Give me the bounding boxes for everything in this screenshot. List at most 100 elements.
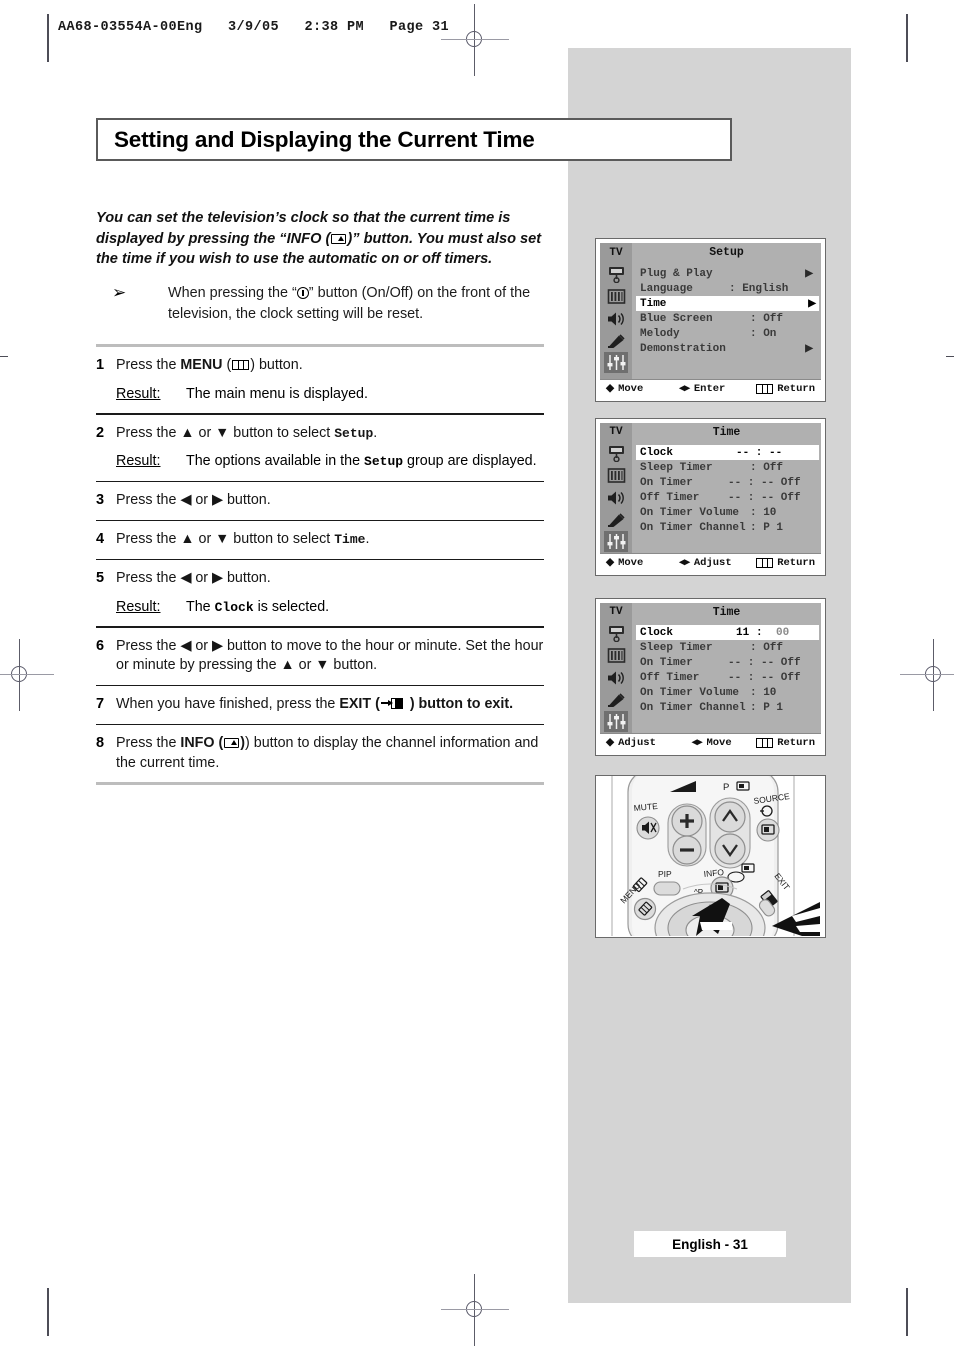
- osd-row-language[interactable]: Language : English: [632, 281, 821, 296]
- menu-keyword: MENU: [180, 357, 223, 373]
- sound-icon[interactable]: [604, 667, 628, 688]
- sound-icon[interactable]: [604, 487, 628, 508]
- page-canvas: AA68-03554A-00Eng 3/9/05 2:38 PM Page 31…: [0, 0, 954, 1351]
- step-text-b: .: [373, 424, 378, 441]
- osd-footer-move: ◂▸ Move: [691, 736, 732, 750]
- step-text: Press the MENU () button.: [116, 356, 544, 376]
- osd-row-sleep-timer[interactable]: Sleep Timer : Off: [632, 460, 821, 475]
- osd-row-demonstration[interactable]: Demonstration ▶: [632, 341, 821, 356]
- setup-sliders-icon[interactable]: [604, 352, 628, 373]
- osd-footer-enter: ◂▸ Enter: [679, 382, 726, 396]
- setup-sliders-icon[interactable]: [604, 711, 628, 733]
- step-number: 8: [96, 735, 105, 751]
- osd-row-value: : English: [729, 282, 789, 295]
- osd-row-label: On Timer Channel: [640, 521, 746, 534]
- osd-row-on-timer[interactable]: On Timer -- : -- Off: [632, 475, 821, 490]
- registration-mark-right: [900, 639, 954, 711]
- osd-title: Setup: [709, 246, 744, 259]
- picture-icon[interactable]: [604, 286, 628, 307]
- osd-row-label: Clock: [640, 446, 674, 459]
- osd-row-value: -- : -- Off: [728, 476, 801, 489]
- osd-row-value: : Off: [750, 461, 784, 474]
- crop-line-bottom-left: [47, 1288, 49, 1336]
- intro-paragraph: You can set the television’s clock so th…: [96, 208, 556, 270]
- updown-arrow-icon: ◆: [606, 383, 615, 395]
- osd-titlebar: TV Time: [600, 423, 821, 442]
- osd-row-blue-screen[interactable]: Blue Screen : Off: [632, 311, 821, 326]
- channel-dish-icon[interactable]: [604, 330, 628, 351]
- osd-row-on-timer-channel[interactable]: On Timer Channel : P 1: [632, 700, 821, 715]
- step-text-b: .: [365, 531, 370, 547]
- osd-row-label: Time: [640, 297, 667, 310]
- leftright-arrow-icon: ◂▸: [679, 557, 690, 570]
- osd-tv-label: TV: [600, 423, 632, 442]
- osd-row-clock[interactable]: Clock 11 : 00: [636, 625, 819, 641]
- osd-row-melody[interactable]: Melody : On: [632, 326, 821, 341]
- step-number: 4: [96, 531, 105, 547]
- remote-pip-label: PIP: [658, 869, 672, 879]
- osd-row-value: : Off: [750, 312, 784, 325]
- crop-line-top-left: [47, 14, 49, 62]
- osd-row-clock[interactable]: Clock -- : --: [636, 445, 819, 461]
- osd-footer-return: Return: [755, 737, 815, 749]
- setup-sliders-icon[interactable]: [604, 531, 628, 553]
- osd-footer-adjust: ◂▸ Adjust: [679, 556, 732, 570]
- osd-row-on-timer[interactable]: On Timer -- : -- Off: [632, 655, 821, 670]
- steps-list: 1 Press the MENU () button. Result: The …: [96, 344, 544, 785]
- osd-footer-return: Return: [755, 383, 815, 395]
- leftright-arrow-icon: ◂▸: [691, 737, 703, 750]
- channel-dish-icon[interactable]: [604, 689, 628, 710]
- remote-control-illustration: MUTE P SOURCE PIP INFO MENU EXIT ^P: [595, 775, 826, 938]
- plug-play-icon[interactable]: [604, 623, 628, 644]
- sound-icon[interactable]: [604, 308, 628, 329]
- chevron-right-icon: ▶: [805, 343, 813, 355]
- step-text: Press the ◀ or ▶ button.: [116, 492, 271, 508]
- osd-row-sleep-timer[interactable]: Sleep Timer : Off: [632, 640, 821, 655]
- step-text-a: Press the ▲ or ▼ button to select: [116, 424, 335, 441]
- osd-row-plug-play[interactable]: Plug & Play ▶: [632, 266, 821, 281]
- step-number: 1: [96, 357, 105, 373]
- menu-icon: [232, 360, 250, 370]
- osd-row-label: Language: [640, 282, 693, 295]
- osd-panel-setup: TV Setup Plug & Play ▶ Language: Englis…: [595, 238, 826, 402]
- plug-play-icon[interactable]: [604, 443, 628, 464]
- time-keyword: Time: [334, 532, 366, 547]
- osd-row-label: Off Timer: [640, 671, 700, 684]
- osd-row-off-timer[interactable]: Off Timer -- : -- Off: [632, 490, 821, 505]
- info-icon: [224, 738, 240, 748]
- remote-p-label: P: [723, 782, 729, 793]
- print-header: AA68-03554A-00Eng 3/9/05 2:38 PM Page 31: [58, 20, 450, 35]
- osd-footer-move: ◆ Move: [606, 556, 644, 570]
- result-label: Result:: [116, 385, 161, 402]
- menu-icon: [756, 557, 774, 568]
- osd-clock-hour: 11: [736, 626, 750, 639]
- osd-row-label: Blue Screen: [640, 312, 713, 325]
- updown-arrow-icon: ◆: [606, 737, 615, 750]
- osd-options-list: Plug & Play ▶ Language : English Time ▶ …: [632, 262, 821, 379]
- menu-icon: [756, 737, 774, 748]
- chevron-right-icon: ▶: [805, 268, 813, 280]
- osd-footer: ◆ Adjust ◂▸ Move Return: [600, 733, 821, 751]
- osd-row-value: -- : --: [736, 446, 783, 459]
- osd-row-time[interactable]: Time ▶: [636, 296, 819, 311]
- step-4: 4 Press the ▲ or ▼ button to select Time…: [96, 521, 544, 559]
- step-text: Press the ◀ or ▶ button.: [116, 570, 271, 586]
- page-title: Setting and Displaying the Current Time: [114, 126, 535, 152]
- osd-row-label: Clock: [640, 626, 674, 639]
- osd-row-value: -- : -- Off: [728, 656, 801, 669]
- channel-dish-icon[interactable]: [604, 509, 628, 530]
- result-text-a: The: [186, 598, 215, 615]
- picture-icon[interactable]: [604, 465, 628, 486]
- remote-mute-label: MUTE: [633, 801, 658, 813]
- exit-icon: [380, 698, 405, 709]
- plug-play-icon[interactable]: [604, 264, 628, 285]
- osd-row-value: : P 1: [750, 701, 784, 714]
- osd-row-off-timer[interactable]: Off Timer -- : -- Off: [632, 670, 821, 685]
- osd-row-on-timer-volume[interactable]: On Timer Volume : 10: [632, 505, 821, 520]
- picture-icon[interactable]: [604, 645, 628, 666]
- osd-row-label: Plug & Play: [640, 267, 713, 280]
- osd-row-on-timer-channel[interactable]: On Timer Channel : P 1: [632, 520, 821, 535]
- osd-row-on-timer-volume[interactable]: On Timer Volume : 10: [632, 685, 821, 700]
- result-text: The main menu is displayed.: [186, 385, 368, 402]
- osd-icon-rail: [600, 441, 632, 554]
